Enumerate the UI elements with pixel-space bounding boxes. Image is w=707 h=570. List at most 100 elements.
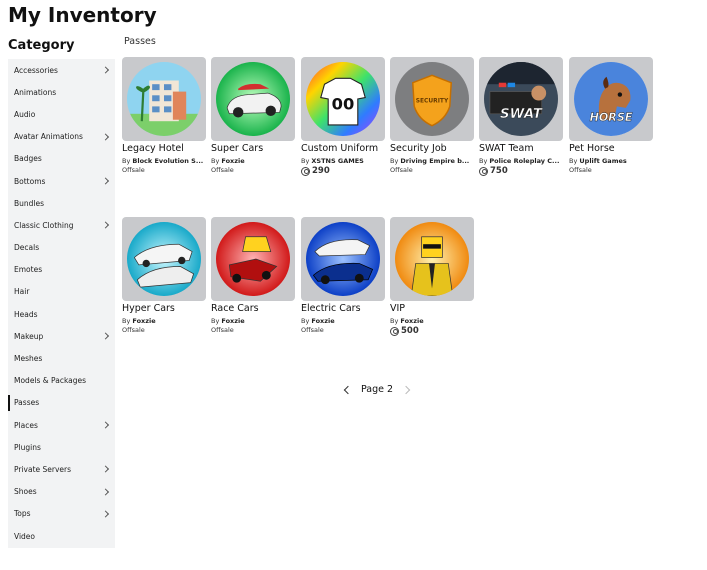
sidebar-item[interactable]: Audio [8,103,115,125]
sidebar-item[interactable]: Animations [8,81,115,103]
sidebar-item-label: Decals [14,243,40,253]
pass-thumbnail[interactable]: 00 [301,57,385,141]
sidebar-item[interactable]: Video [8,525,115,547]
next-page-icon[interactable] [401,385,411,394]
sidebar-item[interactable]: Plugins [8,436,115,458]
by-prefix: By [569,157,578,165]
pass-title[interactable]: Electric Cars [301,303,385,314]
creator-name[interactable]: Foxzie [221,157,244,165]
sidebar-item[interactable]: Meshes [8,347,115,369]
sidebar-item[interactable]: Places [8,414,115,436]
sidebar-item[interactable]: Emotes [8,259,115,281]
robux-icon [301,166,310,176]
pass-card[interactable]: VIP By Foxzie 500 [390,217,474,336]
chevron-right-icon [101,488,110,496]
sidebar-item[interactable]: Bundles [8,192,115,214]
pass-thumbnail[interactable] [122,217,206,301]
pass-thumbnail[interactable] [301,217,385,301]
sidebar-item-label: Plugins [14,442,41,452]
pass-card[interactable]: Legacy Hotel By Block Evolution S... Offsa… [122,57,206,174]
pass-card[interactable]: Electric Cars By Foxzie Offsale [301,217,385,334]
pass-title[interactable]: Hyper Cars [122,303,206,314]
horse-icon: HORSE [574,62,648,136]
pass-creator: By Police Roleplay C... [479,157,563,165]
pass-title[interactable]: Custom Uniform [301,143,385,154]
creator-name[interactable]: Block Evolution S... [132,157,203,165]
sidebar-item-label: Passes [14,398,40,408]
sidebar-item[interactable]: Shoes [8,481,115,503]
chevron-right-icon [101,66,110,74]
pass-status: Offsale [211,326,234,334]
pass-card[interactable]: SECURITY Security Job By Driving Empire b.… [390,57,474,174]
pass-card[interactable]: Race Cars By Foxzie Offsale [211,217,295,334]
security-badge-icon: SECURITY [395,62,469,136]
sidebar-item[interactable]: Models & Packages [8,370,115,392]
by-prefix: By [390,317,399,325]
sidebar-item[interactable]: Passes [8,392,115,414]
chevron-right-icon [101,421,110,429]
sidebar-item[interactable]: Badges [8,148,115,170]
pass-thumbnail[interactable] [122,57,206,141]
pass-thumbnail[interactable] [211,217,295,301]
creator-name[interactable]: Police Roleplay C... [489,157,559,165]
pass-thumbnail[interactable]: SWAT [479,57,563,141]
creator-name[interactable]: Foxzie [311,317,334,325]
creator-name[interactable]: Foxzie [400,317,423,325]
page-label: Page 2 [361,384,394,395]
pass-status: Offsale [122,166,145,174]
pass-title[interactable]: SWAT Team [479,143,563,154]
pass-title[interactable]: Super Cars [211,143,295,154]
pass-title[interactable]: VIP [390,303,474,314]
pass-thumbnail[interactable]: HORSE [569,57,653,141]
creator-name[interactable]: Foxzie [221,317,244,325]
pass-thumbnail[interactable]: SECURITY [390,57,474,141]
sidebar-item[interactable]: Avatar Animations [8,126,115,148]
sidebar-item-label: Accessories [14,65,58,75]
creator-name[interactable]: Driving Empire b... [400,157,469,165]
sidebar-item-label: Places [14,420,38,430]
chevron-right-icon [101,177,110,185]
pass-title[interactable]: Legacy Hotel [122,143,206,154]
sidebar-item[interactable]: Makeup [8,325,115,347]
pass-card[interactable]: SWAT SWAT Team By Police Roleplay C... 750 [479,57,563,176]
pass-thumbnail[interactable] [390,217,474,301]
pass-status: Offsale [390,166,413,174]
pass-creator: By XSTNS GAMES [301,157,385,165]
chevron-right-icon [101,221,110,229]
pass-creator: By Foxzie [211,317,295,325]
pass-title[interactable]: Race Cars [211,303,295,314]
sidebar-item[interactable]: Accessories [8,59,115,81]
sidebar-item[interactable]: Private Servers [8,458,115,480]
robux-icon [390,326,399,336]
sidebar-item[interactable]: Hair [8,281,115,303]
pass-thumbnail[interactable] [211,57,295,141]
pass-status: Offsale [301,326,324,334]
pagination: Page 2 [343,384,411,395]
sidebar-item[interactable]: Heads [8,303,115,325]
price-value: 750 [490,166,508,176]
pass-card[interactable]: Hyper Cars By Foxzie Offsale [122,217,206,334]
chevron-right-icon [101,510,110,518]
creator-name[interactable]: XSTNS GAMES [311,157,363,165]
by-prefix: By [390,157,399,165]
creator-name[interactable]: Uplift Games [579,157,626,165]
sidebar-item[interactable]: Decals [8,237,115,259]
pass-creator: By Foxzie [122,317,206,325]
price-value: 500 [401,326,419,336]
pass-creator: By Uplift Games [569,157,653,165]
sidebar-item-label: Private Servers [14,464,72,474]
sidebar-item[interactable]: Classic Clothing [8,214,115,236]
creator-name[interactable]: Foxzie [132,317,155,325]
pass-card[interactable]: Super Cars By Foxzie Offsale [211,57,295,174]
by-prefix: By [211,157,220,165]
pass-title[interactable]: Pet Horse [569,143,653,154]
pass-title[interactable]: Security Job [390,143,474,154]
pass-card[interactable]: 00 Custom Uniform By XSTNS GAMES 290 [301,57,385,176]
pass-status: Offsale [122,326,145,334]
sidebar-item[interactable]: Tops [8,503,115,525]
by-prefix: By [301,157,310,165]
sidebar-item[interactable]: Bottoms [8,170,115,192]
pass-card[interactable]: HORSE Pet Horse By Uplift Games Offsale [569,57,653,174]
previous-page-icon[interactable] [343,385,353,394]
by-prefix: By [122,317,131,325]
